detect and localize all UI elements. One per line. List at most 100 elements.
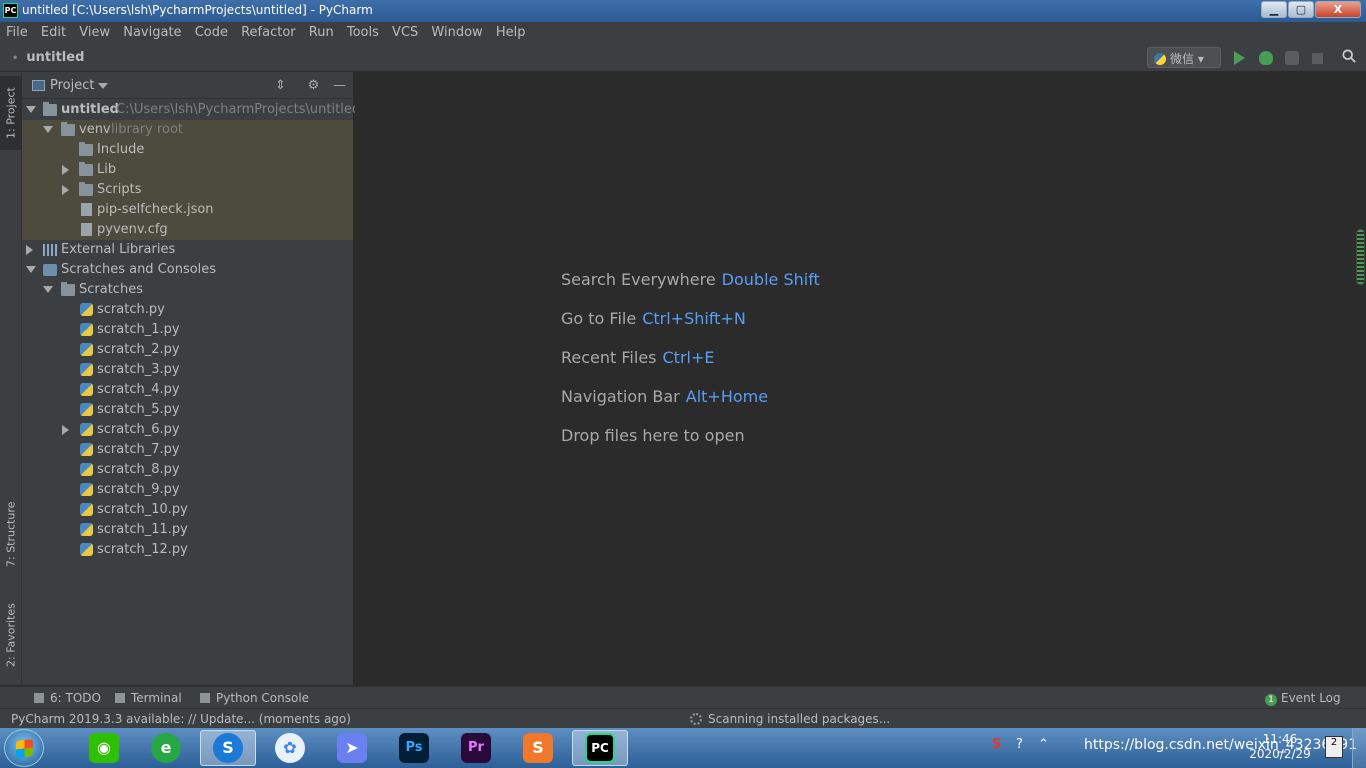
breadcrumb-project[interactable]: untitled [12,50,84,65]
expand-arrow-icon[interactable] [62,185,69,195]
tab-terminal-label: Terminal [131,691,182,705]
menu-run[interactable]: Run [303,22,337,40]
tree-item-untitled[interactable]: untitled C:\Users\lsh\PycharmProjects\un… [22,100,360,120]
sogou-icon: S [213,733,243,763]
tree-item-scratches[interactable]: Scratches [22,280,353,300]
tab-structure[interactable]: 7: Structure [0,492,22,576]
tab-python-console[interactable]: Python Console [200,691,309,705]
tree-item-scratch-10[interactable]: scratch_10.py [22,500,353,520]
menu-view[interactable]: View [73,22,113,40]
run-with-coverage-icon[interactable] [1285,51,1299,65]
tree-item-scripts[interactable]: Scripts [22,180,353,200]
menu-navigate[interactable]: Navigate [117,22,184,40]
tree-item-external-libraries[interactable]: External Libraries [22,240,353,260]
tree-item-scratch-7[interactable]: scratch_7.py [22,440,353,460]
tab-todo[interactable]: 6: TODO [34,691,101,705]
stop-icon[interactable] [1312,53,1323,64]
search-icon[interactable] [1342,49,1356,63]
minimize-button[interactable]: ▁ [1261,1,1287,18]
run-icon[interactable] [1234,51,1245,65]
python-file-icon [80,383,93,396]
hint-drop-files: Drop files here to open [561,426,745,445]
tree-item-scratch-6[interactable]: scratch_6.py [22,420,353,440]
hint-text: Drop files here to open [561,426,745,445]
maximize-button[interactable]: ▢ [1288,1,1314,18]
chevron-down-icon: ▾ [1197,52,1204,66]
tree-item-scratch-8[interactable]: scratch_8.py [22,460,353,480]
taskbar-feishu[interactable]: ➤ [324,730,380,766]
tree-item-label: scratch_4.py [97,382,180,397]
taskbar-sublime[interactable]: S [510,730,566,766]
menu-file[interactable]: File [0,22,31,40]
taskbar-browser[interactable]: e [138,730,194,766]
expand-arrow-icon[interactable] [62,425,69,435]
tab-todo-label: 6: TODO [50,691,101,705]
collapse-all-icon[interactable]: ⇕ [274,79,287,92]
hint-text: Search Everywhere [561,270,716,289]
sublime-icon: S [523,733,553,763]
taskbar-baidu-netdisk[interactable]: ✿ [262,730,318,766]
expand-arrow-icon[interactable] [43,286,53,293]
help-icon[interactable]: ? [1016,737,1023,752]
tree-item-label: scratch_12.py [97,542,188,557]
tree-item-scratch-2[interactable]: scratch_2.py [22,340,353,360]
expand-arrow-icon[interactable] [26,106,36,113]
tree-item-scratch-4[interactable]: scratch_4.py [22,380,353,400]
background-task[interactable]: Scanning installed packages... [690,712,890,726]
tree-item-label: scratch_5.py [97,402,180,417]
tree-item-scratch-12[interactable]: scratch_12.py [22,540,353,560]
menu-refactor[interactable]: Refactor [235,22,299,40]
taskbar-wechat[interactable]: ◉ [76,730,132,766]
expand-arrow-icon[interactable] [26,245,33,255]
debug-icon[interactable] [1259,51,1273,65]
tab-event-log[interactable]: 1 Event Log [1265,691,1341,706]
editor-area[interactable]: Search Everywhere Double Shift Go to File… [355,72,1366,685]
tree-item-lib[interactable]: Lib [22,160,353,180]
tree-item-pip-selfcheck[interactable]: pip-selfcheck.json [22,200,353,220]
notification-icon[interactable]: 2 [1325,736,1343,758]
gear-icon[interactable]: ⚙ [307,79,320,92]
menu-code[interactable]: Code [189,22,231,40]
expand-arrow-icon[interactable] [62,165,69,175]
expand-arrow-icon[interactable] [26,266,36,273]
tab-favorites[interactable]: 2: Favorites [0,592,22,678]
menu-edit[interactable]: Edit [35,22,69,40]
taskbar-pycharm[interactable]: PC [572,730,628,766]
hide-panel-icon[interactable]: — [333,79,346,92]
taskbar-premiere[interactable]: Pr [448,730,504,766]
chevron-down-icon[interactable] [98,83,108,89]
taskbar-photoshop[interactable]: Ps [386,730,442,766]
tree-item-scratch-9[interactable]: scratch_9.py [22,480,353,500]
tree-item-include[interactable]: Include [22,140,353,160]
run-configuration-select[interactable]: 微信 ▾ [1147,47,1221,68]
tree-item-scratch[interactable]: scratch.py [22,300,353,320]
tree-item-scratch-5[interactable]: scratch_5.py [22,400,353,420]
tree-item-venv[interactable]: venv library root [22,120,353,140]
python-file-icon [80,503,93,516]
tab-terminal[interactable]: Terminal [115,691,182,705]
expand-arrow-icon[interactable] [43,126,53,133]
clock[interactable]: 11:46 2020/2/29 [1245,732,1315,762]
tree-item-label: scratch_8.py [97,462,180,477]
menu-vcs[interactable]: VCS [386,22,421,40]
close-button[interactable]: X [1315,1,1361,18]
tree-item-scratch-1[interactable]: scratch_1.py [22,320,353,340]
tree-item-label: scratch_7.py [97,442,180,457]
show-desktop-button[interactable] [1352,728,1366,768]
tab-project[interactable]: 1: Project [0,76,22,150]
tree-item-scratch-3[interactable]: scratch_3.py [22,360,353,380]
inspection-marker[interactable] [1356,229,1365,285]
taskbar-sogou[interactable]: S [200,730,256,766]
chevron-up-icon[interactable]: ⌃ [1038,737,1049,752]
tree-item-scratch-11[interactable]: scratch_11.py [22,520,353,540]
tree-item-pyvenv[interactable]: pyvenv.cfg [22,220,353,240]
window-title: untitled [C:\Users\lsh\PycharmProjects\u… [22,3,373,17]
menu-tools[interactable]: Tools [341,22,382,40]
menu-window[interactable]: Window [425,22,485,40]
sogou-tray-icon[interactable]: S [992,737,1001,752]
project-panel-title[interactable]: Project [50,78,94,93]
tree-item-scratches-and-consoles[interactable]: Scratches and Consoles [22,260,353,280]
menu-help[interactable]: Help [490,22,529,40]
status-message[interactable]: PyCharm 2019.3.3 available: // Update...… [11,712,351,726]
start-button[interactable] [4,729,44,767]
